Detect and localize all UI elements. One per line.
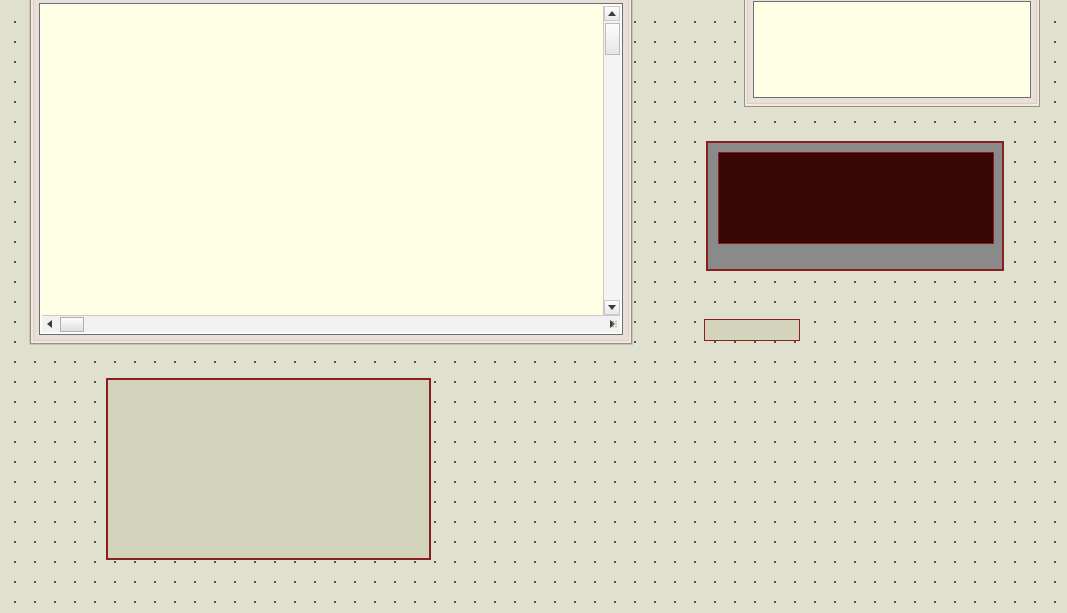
- display-pin-labels: [720, 251, 992, 265]
- code-horizontal-scrollbar[interactable]: ⠿: [42, 315, 620, 332]
- scroll-up-button[interactable]: [604, 6, 620, 21]
- window-frame-outer: ⠿: [33, 0, 629, 341]
- scroll-down-arrow-icon: [608, 305, 616, 310]
- horizontal-scroll-thumb[interactable]: [60, 317, 84, 332]
- code-vertical-scrollbar[interactable]: [603, 6, 620, 315]
- scroll-left-arrow-icon: [47, 319, 52, 328]
- window-frame-inner: ⠿: [39, 3, 623, 335]
- watch-frame-outer: [747, 0, 1037, 104]
- watch-variables-window[interactable]: [744, 0, 1040, 107]
- vertical-scroll-thumb[interactable]: [605, 23, 620, 55]
- watch-frame-inner: [753, 1, 1031, 98]
- resize-grip-icon[interactable]: ⠿: [611, 321, 618, 331]
- scroll-up-arrow-icon: [608, 11, 616, 16]
- source-code-window[interactable]: ⠿: [30, 0, 632, 344]
- scroll-down-button[interactable]: [604, 300, 620, 315]
- code-text-area[interactable]: [41, 5, 603, 316]
- mcu-u1-body[interactable]: [106, 378, 431, 560]
- display-glass: [718, 152, 994, 244]
- resistor-network-rn1[interactable]: [704, 319, 800, 341]
- seven-segment-display[interactable]: [706, 141, 1004, 271]
- scroll-left-button[interactable]: [42, 316, 57, 331]
- code-client-area[interactable]: ⠿: [41, 5, 621, 333]
- watch-variables-grid[interactable]: [755, 3, 1029, 96]
